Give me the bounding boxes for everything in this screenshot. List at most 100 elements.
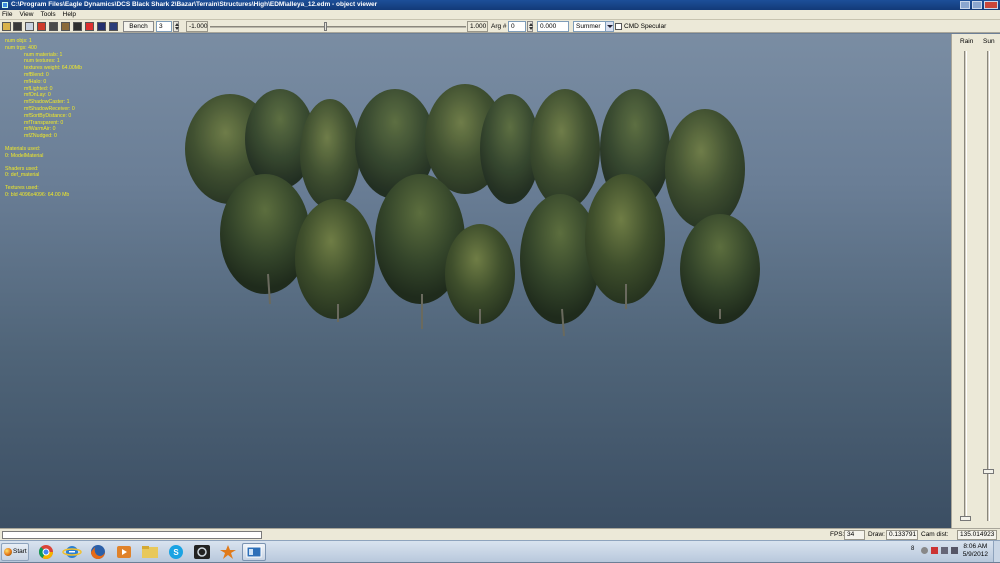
sun-label: Sun [983,38,995,45]
cmd-specular-label: CMD Specular [624,23,667,30]
stat-mflighted: mfLighted: 0 [24,85,53,92]
bench-count-spinner[interactable] [173,21,179,32]
arg-value-field[interactable]: 0.000 [537,21,569,32]
argument-slider-thumb[interactable] [324,22,328,31]
sun-slider-thumb[interactable] [983,469,994,474]
tree-row-model [185,84,760,337]
minimize-button[interactable] [960,1,970,9]
firefox-icon[interactable] [86,543,110,561]
toolbar: Bench 3 -1.000 1.000 Arg # 0 0.000 Summe… [0,20,1000,33]
stat-mfhalo: mfHalo: 0 [24,78,47,85]
menu-bar: File View Tools Help [0,10,1000,20]
wireframe-icon[interactable] [13,22,22,31]
stat-num-trgs: num trgs: 400 [5,44,37,51]
season-select-value: Summer [576,23,601,30]
lighting-icon[interactable] [61,22,70,31]
status-bar: FPS: 34 Draw: 0.133791 Cam dist: 135.014… [0,528,1000,540]
arg-label: Arg # [491,23,507,30]
volume-icon[interactable] [951,547,958,554]
arg-index-spinner[interactable] [527,21,533,32]
windows-orb-icon [4,548,12,556]
stat-mfonlay: mfOnLay: 0 [24,92,51,99]
bounding-box-icon[interactable] [109,22,118,31]
slider-max-value: 1.000 [467,21,488,32]
bench-button[interactable]: Bench [123,21,154,32]
slider-min-value: -1.000 [186,21,208,32]
shaders-item: 0: def_material [5,172,40,179]
show-desktop-button[interactable] [993,541,1000,562]
file-explorer-icon[interactable] [138,543,162,561]
start-button[interactable]: Start [1,543,29,561]
sun-slider-track[interactable] [987,51,990,521]
steam-icon[interactable] [190,543,214,561]
3d-viewport[interactable]: num objs: 1 num trgs: 400 num materials:… [0,34,951,528]
stat-num-textures: num textures: 1 [24,58,60,65]
window-title: C:\Program Files\Eagle Dynamics\DCS Blac… [11,1,378,8]
shaders-header: Shaders used: [5,165,39,172]
cmd-specular-checkbox[interactable] [615,23,622,30]
rain-slider-track[interactable] [964,51,967,521]
chevron-down-icon [605,22,613,31]
textures-header: Textures used: [5,185,39,192]
stat-mfblend: mfBlend: 0 [24,71,49,78]
arg-index-field[interactable]: 0 [508,21,526,32]
close-button[interactable] [984,1,998,9]
paint-icon[interactable] [216,543,240,561]
texture-icon[interactable] [49,22,58,31]
menu-file[interactable]: File [2,11,12,18]
figure-icon[interactable] [85,22,94,31]
title-bar: C:\Program Files\Eagle Dynamics\DCS Blac… [0,0,1000,10]
stat-num-materials: num materials: 1 [24,51,63,58]
object-viewer-icon[interactable] [242,543,266,561]
open-folder-icon[interactable] [2,22,11,31]
season-select[interactable]: Summer [573,21,614,32]
stat-mfsortbydistance: mfSortByDistance: 0 [24,112,72,119]
textures-item: 0: bld 4096x4096: 64.00 Mb [5,191,70,198]
fps-value: 34 [844,530,865,540]
media-player-icon[interactable] [112,543,136,561]
clock[interactable]: 8:06 AM 5/9/2012 [963,543,988,559]
stat-mfshadowcaster: mfShadowCaster: 1 [24,99,70,106]
clock-time: 8:06 AM [963,543,988,550]
rain-slider-thumb[interactable] [960,516,971,521]
stat-mfshadowreceiver: mfShadowReceiver: 0 [24,105,75,112]
system-tray: 8 8:06 AM 5/9/2012 [908,541,1000,562]
draw-value: 0.133791 [886,530,918,540]
menu-view[interactable]: View [19,11,33,18]
notification-icon[interactable] [921,547,928,554]
internet-explorer-icon[interactable] [60,543,84,561]
stat-num-objs: num objs: 1 [5,38,32,44]
skeleton-icon[interactable] [25,22,34,31]
cam-dist-label: Cam dist: [921,531,949,538]
app-icon [2,2,8,8]
weather-panel: Rain Sun [951,34,1000,528]
clock-date: 5/9/2012 [962,551,988,558]
maximize-button[interactable] [972,1,982,9]
stat-mfznudged: mfZNudged: 0 [24,133,57,140]
action-center-icon[interactable] [931,547,938,554]
progress-field [2,531,262,539]
start-label: Start [13,548,27,555]
camera-icon[interactable] [73,22,82,31]
menu-help[interactable]: Help [63,11,76,18]
chrome-icon[interactable] [34,543,58,561]
model-stats-overlay: num objs: 1 num trgs: 400 num materials:… [5,38,82,199]
svg-text:S: S [173,548,179,557]
argument-slider-track[interactable] [210,26,466,28]
fps-label: FPS: [830,531,845,538]
skype-icon[interactable]: S [164,543,188,561]
animation-icon[interactable] [37,22,46,31]
materials-item: 0: ModelMaterial [5,152,44,159]
stat-mftransparent: mfTransparent: 0 [24,119,64,126]
picture-icon[interactable] [97,22,106,31]
keyboard-layout-icon[interactable]: 8 [911,546,918,553]
rain-label: Rain [960,38,974,45]
network-icon[interactable] [941,547,948,554]
stat-mfwarmair: mfWarmAir: 0 [24,126,56,133]
materials-header: Materials used: [5,145,41,152]
taskbar: Start S 8 8:06 AM 5/9/2012 [0,540,1000,562]
cam-dist-value: 135.014923 [957,530,997,540]
stat-textures-weight: textures weight: 64.00Mb [24,65,82,72]
bench-count-field[interactable]: 3 [156,21,172,32]
menu-tools[interactable]: Tools [40,11,55,18]
